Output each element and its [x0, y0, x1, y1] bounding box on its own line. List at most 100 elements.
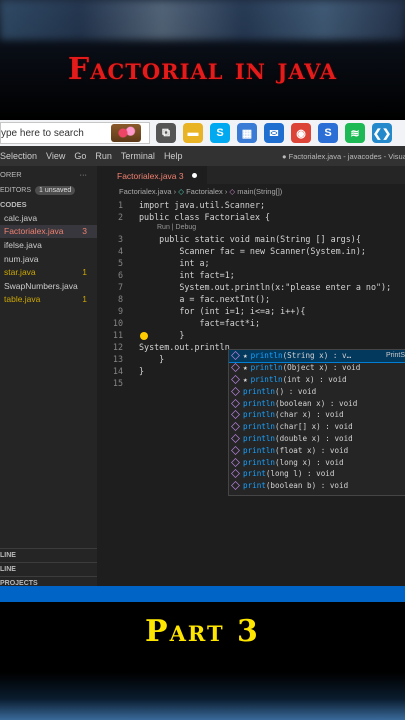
search-highlight-image	[111, 124, 141, 142]
method-icon	[231, 398, 240, 408]
tab-factorialex[interactable]: Factorialex.java 3	[97, 166, 207, 184]
tab-label: Factorialex.java 3	[117, 170, 184, 181]
code-line[interactable]: Scanner fac = new Scanner(System.in);	[139, 246, 366, 256]
file-item[interactable]: num.java	[0, 252, 97, 266]
mail-icon[interactable]: ✉	[264, 123, 284, 143]
folder-header[interactable]: CODES	[0, 198, 97, 211]
code-line[interactable]: public class Factorialex {	[139, 212, 270, 222]
suggestion-name: println	[250, 351, 283, 361]
suggestion-item[interactable]: ★ println (int x) : void	[229, 374, 405, 386]
window-title: ● Factorialex.java - javacodes - Visual	[282, 151, 405, 161]
taskbar-search-box[interactable]: ype here to search	[0, 122, 150, 144]
file-name: SwapNumbers.java	[4, 280, 78, 291]
file-explorer-icon[interactable]: ▬	[183, 123, 203, 143]
suggestion-item[interactable]: println (char[] x) : void	[229, 421, 405, 433]
code-line[interactable]: }	[139, 366, 144, 376]
store-icon[interactable]: ▦	[237, 123, 257, 143]
file-item[interactable]: calc.java	[0, 211, 97, 225]
suggestion-item[interactable]: println (char x) : void	[229, 409, 405, 421]
suggestion-name: println	[243, 445, 276, 455]
line-number: 5	[117, 258, 123, 268]
task-view-icon[interactable]: ⧉	[156, 123, 176, 143]
chevron-right-icon: ›	[222, 186, 230, 196]
spotify-icon[interactable]: ≋	[345, 123, 365, 143]
code-line[interactable]: fact=fact*i;	[139, 318, 261, 328]
file-item[interactable]: star.java 1	[0, 265, 97, 279]
code-line[interactable]: for (int i=1; i<=a; i++){	[139, 306, 305, 316]
suggestion-name: print	[243, 469, 266, 479]
suggestion-name: println	[243, 433, 276, 443]
chrome-icon[interactable]: ◉	[291, 123, 311, 143]
file-item[interactable]: table.java 1	[0, 293, 97, 307]
suggestion-item[interactable]: ★ println (Object x) : void	[229, 362, 405, 374]
menu-item-help[interactable]: Help	[164, 151, 183, 161]
method-icon	[231, 410, 240, 420]
code-line[interactable]: import java.util.Scanner;	[139, 200, 265, 210]
run-debug-codelens[interactable]: Run | Debug	[157, 224, 196, 231]
vscode-icon[interactable]: ❮❯	[372, 123, 392, 143]
suggestion-item[interactable]: print (boolean b) : void	[229, 480, 405, 492]
breadcrumb-file[interactable]: Factorialex.java	[119, 187, 172, 196]
line-number: 3	[117, 234, 123, 244]
suggestion-name: println	[243, 410, 276, 420]
code-line[interactable]: System.out.println	[139, 342, 230, 352]
code-line[interactable]: int a;	[139, 258, 209, 268]
suggestion-item[interactable]: print (long l) : void	[229, 468, 405, 480]
suggestion-signature: (Object x) : void	[282, 363, 361, 373]
lightbulb-icon[interactable]	[140, 332, 148, 340]
unsaved-badge: 1 unsaved	[35, 185, 76, 195]
suggestion-item[interactable]: ★ println (String x) : v… PrintSt	[229, 350, 405, 363]
code-line[interactable]: }	[139, 354, 164, 364]
method-icon	[231, 445, 240, 455]
menu-item-selection[interactable]: Selection	[0, 151, 37, 161]
line-number: 4	[117, 246, 123, 256]
menu-bar: Selection View Go Run Terminal Help ● Fa…	[0, 146, 405, 166]
suggestion-name: println	[243, 386, 276, 396]
file-item[interactable]: SwapNumbers.java	[0, 279, 97, 293]
suggestion-item[interactable]: println (float x) : void	[229, 444, 405, 456]
line-number: 13	[112, 354, 123, 364]
suggestion-signature: (String x) : v…	[282, 351, 352, 361]
skype-business-icon[interactable]: S	[318, 123, 338, 143]
star-icon: ★	[243, 351, 248, 361]
breadcrumb: Factorialex.java › ◇ Factorialex › ◇ mai…	[97, 184, 405, 198]
file-name: star.java	[4, 267, 36, 278]
method-icon	[231, 422, 240, 432]
editor-tab-bar: Factorialex.java 3	[97, 166, 405, 184]
problem-count: 1	[82, 267, 87, 278]
suggestion-item[interactable]: println (double x) : void	[229, 433, 405, 445]
suggestion-item[interactable]: println (long x) : void	[229, 456, 405, 468]
video-title: Factorial in java	[67, 52, 338, 87]
breadcrumb-class[interactable]: Factorialex	[186, 187, 223, 196]
method-icon: ◇	[229, 186, 238, 196]
timeline-section[interactable]: LINE	[0, 562, 97, 576]
unsaved-dot-icon[interactable]	[191, 173, 197, 178]
code-line[interactable]: System.out.println(x:"please enter a no"…	[139, 282, 391, 292]
menu-item-run[interactable]: Run	[95, 151, 112, 161]
menu-item-go[interactable]: Go	[74, 151, 86, 161]
suggestion-signature: (char x) : void	[275, 410, 344, 420]
suggestion-item[interactable]: println (boolean x) : void	[229, 397, 405, 409]
menu-item-terminal[interactable]: Terminal	[121, 151, 155, 161]
more-actions-icon[interactable]: ···	[80, 170, 88, 179]
menu-item-view[interactable]: View	[46, 151, 65, 161]
file-name: table.java	[4, 294, 41, 305]
file-item[interactable]: ifelse.java	[0, 238, 97, 252]
method-icon	[231, 375, 240, 384]
file-item[interactable]: Factorialex.java 3	[0, 224, 97, 239]
suggestion-signature: (double x) : void	[275, 433, 353, 443]
open-editors-header[interactable]: EDITORS 1 unsaved	[0, 182, 97, 198]
skype-icon[interactable]: S	[210, 123, 230, 143]
code-line[interactable]: a = fac.nextInt();	[139, 294, 270, 304]
method-icon	[231, 481, 240, 491]
code-line[interactable]: int fact=1;	[139, 270, 234, 280]
breadcrumb-method[interactable]: main(String[])	[237, 187, 282, 196]
suggestion-name: println	[250, 374, 283, 384]
file-name: ifelse.java	[4, 239, 42, 250]
outline-section[interactable]: LINE	[0, 548, 97, 562]
line-number: 10	[112, 318, 123, 328]
code-line[interactable]: public static void main(String [] args){	[139, 234, 361, 244]
suggestion-item[interactable]: println() : void	[229, 385, 405, 397]
suggestion-name: println	[243, 422, 276, 432]
suggestion-detail: PrintSt	[385, 352, 405, 360]
